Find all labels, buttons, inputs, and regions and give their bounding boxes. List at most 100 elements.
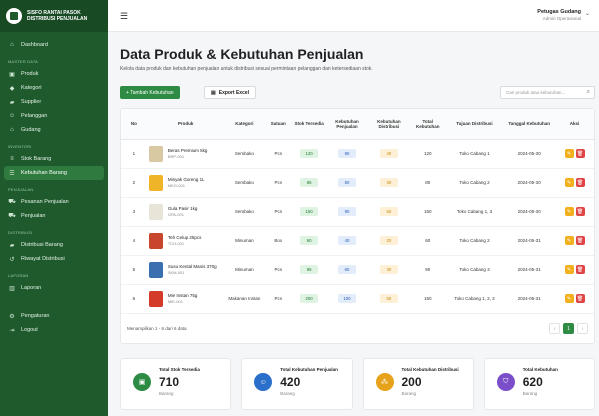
distribution-need-badge: 60 bbox=[379, 207, 398, 216]
sidebar-item-stok-barang[interactable]: ≡ Stok Barang bbox=[0, 152, 108, 166]
product-info: Susu Kental Manis 370g SKM-001 bbox=[148, 261, 223, 278]
menu-toggle-icon[interactable]: ☰ bbox=[120, 11, 128, 22]
next-page-button[interactable]: › bbox=[577, 323, 588, 334]
page-button[interactable]: 1 bbox=[563, 323, 574, 334]
sidebar-section-title: PENJUALAN bbox=[8, 187, 34, 192]
column-header-kebutuhan-penjualan: Kebutuhan Penjualan bbox=[326, 109, 368, 140]
delete-button[interactable]: 🗑 bbox=[575, 294, 585, 303]
sidebar-item-gudang[interactable]: ⌂ Gudang bbox=[0, 123, 108, 137]
distribution-target: Toko Cabang 2 bbox=[445, 226, 504, 256]
chart-icon: ▥ bbox=[9, 285, 15, 292]
sidebar-item-riwayat-distribusi[interactable]: ↺ Riwayat Distribusi bbox=[0, 252, 108, 266]
edit-button[interactable]: ✎ bbox=[564, 236, 574, 245]
category: Sembako bbox=[224, 197, 265, 227]
delete-button[interactable]: 🗑 bbox=[575, 207, 585, 216]
sales-need-badge: 80 bbox=[337, 149, 356, 158]
chevron-down-icon: ⌄ bbox=[584, 11, 590, 17]
sidebar-item-pengaturan[interactable]: ⚙ Pengaturan bbox=[0, 309, 108, 323]
sidebar-item-distribusi-barang[interactable]: ▰ Distribusi Barang bbox=[0, 238, 108, 252]
edit-button[interactable]: ✎ bbox=[564, 294, 574, 303]
sidebar-item-label: Kebutuhan Barang bbox=[21, 170, 67, 176]
warehouse-icon: ⌂ bbox=[10, 127, 14, 133]
cart-icon: ⛟ bbox=[8, 213, 16, 219]
cart-icon: ⛟ bbox=[8, 199, 16, 205]
sidebar-item-supplier[interactable]: ▰ Supplier bbox=[0, 95, 108, 109]
total-need: 80 bbox=[409, 168, 446, 198]
table-row: 4 Teh Celup 25pcs TCH-001 Minuman Box 60 40 20 6… bbox=[121, 226, 594, 256]
edit-button[interactable]: ✎ bbox=[564, 149, 574, 158]
export-excel-button[interactable]: ▤ Export Excel bbox=[204, 86, 257, 99]
sidebar-item-pelanggan[interactable]: ☺ Pelanggan bbox=[0, 109, 108, 123]
edit-button[interactable]: ✎ bbox=[564, 207, 574, 216]
user-name: Petugas Gudang bbox=[537, 9, 581, 15]
stat-value: 420 bbox=[280, 375, 301, 389]
network-icon: ⁂ bbox=[375, 373, 394, 391]
need-date: 2024-05-31 bbox=[503, 226, 556, 256]
table-body: 1 Beras Premium 5kg BRP-001 Sembako Pcs 120 80… bbox=[121, 139, 594, 314]
column-header-kebutuhan-distribusi: Kebutuhan Distribusi bbox=[367, 109, 410, 140]
delete-button[interactable]: 🗑 bbox=[575, 265, 585, 274]
truck-icon: ▰ bbox=[9, 99, 15, 106]
sidebar-item-kategori[interactable]: ◆ Kategori bbox=[0, 81, 108, 95]
sidebar-item-dashboard[interactable]: ⌂ Dashboard bbox=[0, 38, 108, 52]
trash-icon: 🗑 bbox=[576, 295, 584, 302]
sidebar-item-label: Dashboard bbox=[21, 42, 48, 48]
distribution-need-badge: 30 bbox=[379, 265, 398, 274]
product-info: Mie Instan 75g MIE-001 bbox=[148, 290, 223, 307]
table-row: 5 Susu Kental Manis 370g SKM-001 Minuman Pcs… bbox=[121, 255, 594, 285]
product-image bbox=[148, 174, 163, 191]
delete-button[interactable]: 🗑 bbox=[575, 236, 585, 245]
home-icon: ⌂ bbox=[10, 42, 14, 48]
add-requirement-button[interactable]: + Tambah Kebutuhan bbox=[120, 86, 180, 99]
stock-badge: 120 bbox=[300, 149, 319, 158]
table-row: 2 Minyak Goreng 1L MKG-001 Sembako Pcs 85 50 30… bbox=[121, 168, 594, 198]
sidebar-item-logout[interactable]: ⇥ Logout bbox=[0, 323, 108, 337]
product-name: Gula Pasir 1kg bbox=[167, 206, 198, 211]
prev-page-button[interactable]: ‹ bbox=[549, 323, 560, 334]
sales-need-badge-cell: 40 bbox=[326, 226, 368, 256]
column-header-tanggal-kebutuhan: Tanggal Kebutuhan bbox=[503, 109, 556, 140]
column-header-aksi: Aksi bbox=[555, 109, 594, 140]
sidebar-section-title: DISTRIBUSI bbox=[8, 230, 33, 235]
sidebar-item-pesanan-penjualan[interactable]: ⛟ Pesanan Penjualan bbox=[0, 195, 108, 209]
search-icon: ⌕ bbox=[586, 89, 590, 95]
edit-button[interactable]: ✎ bbox=[564, 178, 574, 187]
pencil-icon: ✎ bbox=[566, 150, 572, 157]
delete-button[interactable]: 🗑 bbox=[575, 178, 585, 187]
trash-icon: 🗑 bbox=[576, 266, 584, 273]
user-menu[interactable]: Petugas Gudang Admin Operasional ⌄ bbox=[537, 9, 590, 21]
history-icon: ↺ bbox=[9, 256, 15, 263]
sidebar-item-produk[interactable]: ▣ Produk bbox=[0, 67, 108, 81]
list-icon: ☰ bbox=[9, 170, 15, 177]
stack-icon: ≡ bbox=[10, 156, 14, 162]
sidebar-item-kebutuhan-barang[interactable]: ☰ Kebutuhan Barang bbox=[4, 166, 104, 180]
pencil-icon: ✎ bbox=[566, 295, 572, 302]
requirements-table: No Produk Kategori Satuan Stok Tersedia Kebut… bbox=[120, 108, 595, 344]
brand-line-2: DISTRIBUSI PENJUALAN bbox=[27, 16, 88, 22]
unit: Pcs bbox=[264, 197, 293, 227]
stock-badge-cell: 95 bbox=[292, 255, 327, 285]
trash-icon: 🗑 bbox=[576, 179, 584, 186]
logout-icon: ⇥ bbox=[9, 327, 15, 334]
product-cell: Gula Pasir 1kg GPA-001 bbox=[146, 197, 225, 227]
distribution-need-badge-cell: 50 bbox=[367, 284, 410, 314]
sidebar-item-label: Supplier bbox=[21, 99, 42, 105]
delete-button[interactable]: 🗑 bbox=[575, 149, 585, 158]
product-image bbox=[148, 203, 163, 220]
sales-need-badge-cell: 100 bbox=[326, 284, 368, 314]
distribution-need-badge-cell: 40 bbox=[367, 139, 410, 169]
search-input[interactable]: Cari produk atau kebutuhan... ⌕ bbox=[500, 86, 595, 99]
product-name: Susu Kental Manis 370g bbox=[167, 264, 217, 269]
stat-value: 200 bbox=[401, 375, 422, 389]
table-row: 3 Gula Pasir 1kg GPA-001 Sembako Pcs 150 90 60 1… bbox=[121, 197, 594, 227]
product-cell: Teh Celup 25pcs TCH-001 bbox=[146, 226, 225, 256]
sidebar-item-penjualan[interactable]: ⛟ Penjualan bbox=[0, 209, 108, 223]
page-title: Data Produk & Kebutuhan Penjualan bbox=[120, 46, 364, 62]
table-footer: Menampilkan 1 - 6 dari 6 data ‹ 1 › bbox=[127, 323, 588, 335]
edit-button[interactable]: ✎ bbox=[564, 265, 574, 274]
need-date: 2024-05-30 bbox=[503, 139, 556, 169]
sales-need-badge-cell: 90 bbox=[326, 197, 368, 227]
sidebar-item-laporan[interactable]: ▥ Laporan bbox=[0, 281, 108, 295]
brand: SISFO RANTAI PASOK DISTRIBUSI PENJUALAN bbox=[0, 0, 108, 32]
distribution-target: Toko Cabang 1, 2, 3 bbox=[445, 284, 504, 314]
